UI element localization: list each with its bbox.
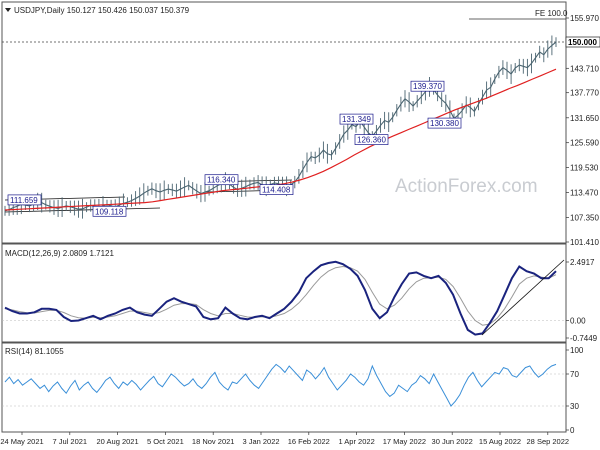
fe-label: FE 100.0 bbox=[535, 9, 568, 18]
price-level-label: 114.408 bbox=[262, 186, 291, 195]
y-tick-label: 137.770 bbox=[570, 89, 599, 98]
y-tick-label: 30 bbox=[570, 402, 579, 411]
symbol-label: USDJPY,Daily 150.127 150.426 150.037 150… bbox=[14, 6, 190, 15]
x-tick-label: 1 Apr 2022 bbox=[338, 437, 374, 446]
rsi-panel bbox=[1, 342, 567, 433]
y-tick-label: 70 bbox=[570, 370, 579, 379]
y-tick-label: 100 bbox=[570, 346, 584, 355]
y-tick-label: 0 bbox=[570, 426, 575, 435]
price-level-label: 109.118 bbox=[95, 207, 124, 216]
x-tick-label: 16 Feb 2022 bbox=[288, 437, 330, 446]
watermark: ActionForex.com bbox=[395, 176, 538, 197]
y-tick-label: 131.650 bbox=[570, 114, 599, 123]
x-tick-label: 18 Nov 2021 bbox=[192, 437, 235, 446]
current-price-label: 150.000 bbox=[568, 38, 597, 47]
price-level-label: 116.340 bbox=[207, 176, 236, 185]
y-axis-ticks: 155.970 143.710 137.770 131.650 125.590 119.5… bbox=[566, 14, 599, 435]
y-tick-label: 143.710 bbox=[570, 64, 599, 73]
x-tick-label: 17 May 2022 bbox=[383, 437, 426, 446]
usdjpy-chart: ActionForex.com USDJPY,Daily 150.127 150… bbox=[0, 1, 600, 446]
y-tick-label: -0.7449 bbox=[570, 334, 598, 343]
price-level-label: 130.380 bbox=[430, 119, 459, 128]
y-tick-label: 0.00 bbox=[570, 317, 586, 326]
x-tick-label: 15 Aug 2022 bbox=[479, 437, 521, 446]
x-tick-label: 7 Jul 2021 bbox=[52, 437, 87, 446]
y-tick-label: 2.4917 bbox=[570, 258, 595, 267]
x-tick-label: 3 Jan 2022 bbox=[242, 437, 279, 446]
price-level-label: 139.370 bbox=[413, 82, 442, 91]
y-tick-label: 125.590 bbox=[570, 139, 599, 148]
x-tick-label: 30 Jun 2022 bbox=[432, 437, 473, 446]
y-tick-label: 155.970 bbox=[570, 14, 599, 23]
x-tick-label: 24 May 2021 bbox=[0, 437, 43, 446]
y-tick-label: 113.470 bbox=[570, 189, 599, 198]
x-axis-ticks: 24 May 2021 7 Jul 2021 20 Aug 2021 5 Oct 20… bbox=[0, 432, 569, 446]
y-tick-label: 101.410 bbox=[570, 238, 599, 247]
x-tick-label: 20 Aug 2021 bbox=[97, 437, 139, 446]
x-tick-label: 28 Sep 2022 bbox=[527, 437, 570, 446]
macd-panel bbox=[1, 243, 567, 343]
price-level-label: 111.659 bbox=[10, 196, 38, 205]
price-level-label: 126.360 bbox=[357, 136, 386, 145]
price-level-label: 131.349 bbox=[342, 115, 371, 124]
y-tick-label: 119.530 bbox=[570, 164, 599, 173]
y-tick-label: 107.350 bbox=[570, 214, 599, 223]
macd-label: MACD(12,26,9) 2.0809 1.7121 bbox=[5, 249, 115, 258]
x-tick-label: 5 Oct 2021 bbox=[147, 437, 184, 446]
rsi-label: RSI(14) 81.1055 bbox=[5, 347, 64, 356]
